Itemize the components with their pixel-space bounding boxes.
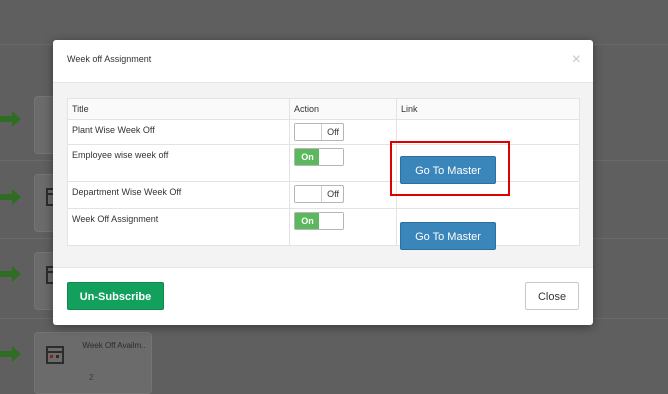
column-header-link: Link	[396, 98, 580, 120]
toggle-knob	[319, 149, 343, 165]
plant-wise-week-off-toggle[interactable]: Off	[294, 123, 344, 141]
column-header-title: Title	[67, 98, 290, 120]
modal-title: Week off Assignment	[67, 54, 152, 64]
week-off-assignment-modal: Week off Assignment × Title Action Link …	[53, 40, 593, 325]
go-to-master-button-week-off-assignment[interactable]: Go To Master	[400, 222, 496, 250]
toggle-label: Off	[327, 189, 339, 199]
calendar-icon	[46, 346, 64, 364]
toggle-label: On	[295, 149, 320, 165]
toggle-label: Off	[327, 127, 339, 137]
bg-card-title: Week Off Availm..	[82, 341, 146, 350]
employee-wise-week-off-toggle[interactable]: On	[294, 148, 344, 166]
arrow-right-icon	[0, 346, 21, 362]
modal-header: Week off Assignment ×	[53, 40, 593, 83]
bg-card-count: 2	[89, 373, 94, 382]
highlight-box	[390, 141, 510, 196]
toggle-knob	[319, 213, 343, 229]
table-header-row: Title Action Link	[67, 98, 580, 120]
toggle-knob	[295, 124, 322, 140]
go-to-master-wrapper: Go To Master	[400, 222, 496, 250]
arrow-right-icon	[0, 266, 21, 282]
row-title: Week Off Assignment	[72, 214, 159, 224]
close-button[interactable]: Close	[525, 282, 579, 310]
row-title: Employee wise week off	[72, 150, 169, 160]
arrow-right-icon	[0, 189, 21, 205]
row-title: Department Wise Week Off	[72, 187, 182, 197]
table-row: Week Off Assignment On	[67, 208, 580, 246]
department-wise-week-off-toggle[interactable]: Off	[294, 185, 344, 203]
modal-footer: Un-Subscribe Close	[53, 267, 593, 326]
unsubscribe-button[interactable]: Un-Subscribe	[67, 282, 164, 310]
column-header-action: Action	[289, 98, 397, 120]
toggle-knob	[295, 186, 322, 202]
bg-card-week-off-availment[interactable]: Week Off Availm.. 2	[34, 332, 152, 394]
toggle-label: On	[295, 213, 320, 229]
modal-body: Title Action Link Plant Wise Week Off Of…	[53, 83, 593, 267]
arrow-right-icon	[0, 111, 21, 127]
week-off-assignment-toggle[interactable]: On	[294, 212, 344, 230]
row-title: Plant Wise Week Off	[72, 125, 155, 135]
close-icon[interactable]: ×	[572, 50, 581, 70]
